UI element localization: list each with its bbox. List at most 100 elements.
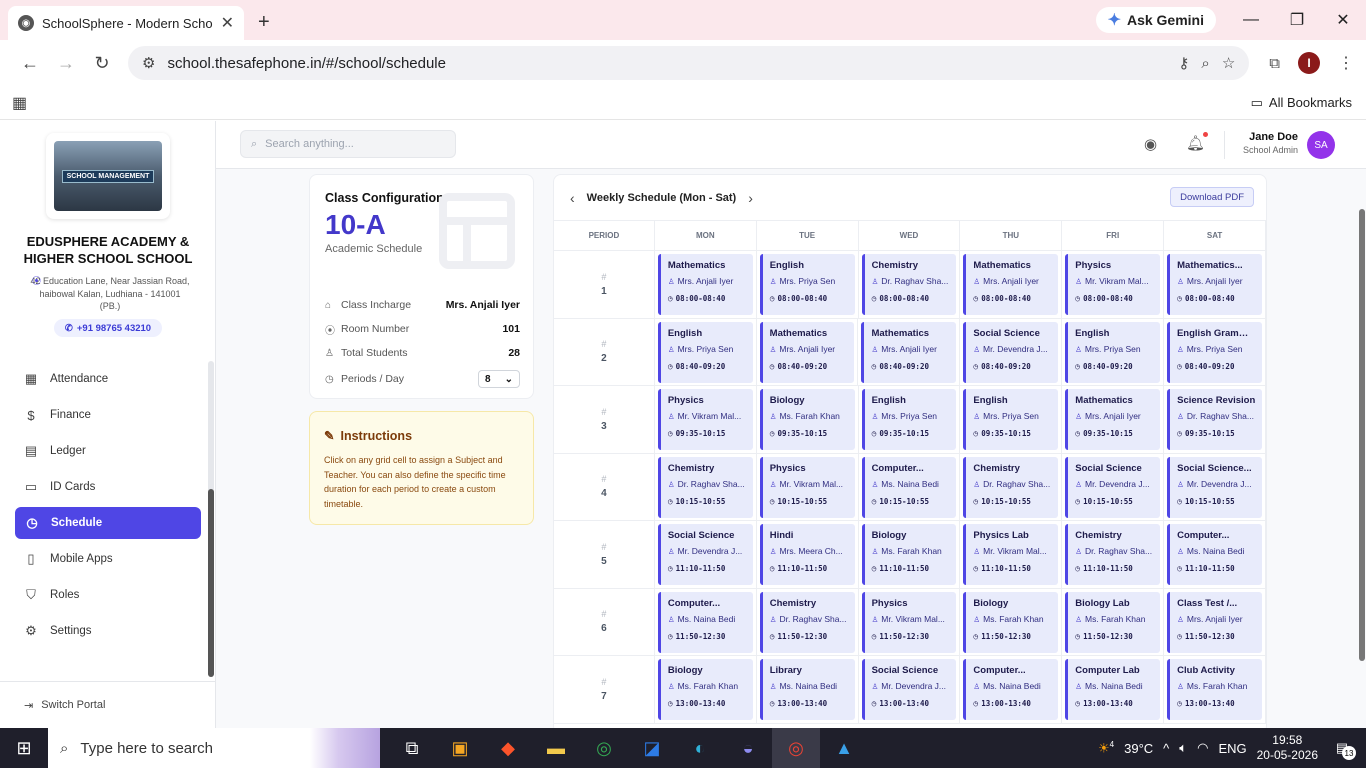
schedule-cell[interactable]: Mathematics ♙ Mrs. Anjali Iyer ◷ 08:00-08:40	[655, 251, 757, 318]
period-entry[interactable]: Chemistry ♙ Dr. Raghav Sha... ◷ 10:15-10:55	[963, 456, 1059, 518]
period-entry[interactable]: Mathematics ♙ Mrs. Anjali Iyer ◷ 09:35-10:15	[1065, 389, 1161, 450]
period-entry[interactable]: Mathematics ♙ Mrs. Anjali Iyer ◷ 08:40-09:20	[861, 321, 957, 383]
schedule-cell[interactable]: Social Science ♙ Mr. Devendra J... ◷ 08:40-0…	[960, 318, 1063, 385]
apps-grid-icon[interactable]: ▦	[12, 93, 27, 113]
taskbar-search[interactable]: ⌕ Type here to search	[48, 728, 380, 768]
switch-portal-button[interactable]: ⇥ Switch Portal	[0, 681, 216, 728]
schedule-cell[interactable]: Chemistry ♙ Dr. Raghav Sha... ◷ 10:15-10:55	[960, 453, 1063, 520]
chrome-profile-icon[interactable]: ◎	[772, 728, 820, 768]
period-entry[interactable]: Social Science ♙ Mr. Devendra J... ◷ 11:10-1…	[657, 524, 753, 585]
period-entry[interactable]: Social Science ♙ Mr. Devendra J... ◷ 08:40-0…	[963, 321, 1059, 383]
period-entry[interactable]: Science Revision ♙ Dr. Raghav Sha... ◷ 09:35…	[1167, 389, 1262, 450]
eye-icon[interactable]: ◉	[1144, 135, 1157, 153]
period-entry[interactable]: English ♙ Mrs. Priya Sen ◷ 08:40-09:20	[657, 321, 753, 383]
period-entry[interactable]: Biology ♙ Ms. Farah Khan ◷ 13:00-13:40	[657, 659, 753, 720]
sidebar-scroll-thumb[interactable]	[208, 489, 214, 677]
schedule-cell[interactable]: Mathematics ♙ Mrs. Anjali Iyer ◷ 08:40-09:20	[757, 318, 859, 385]
taskbar-clock[interactable]: 19:58 20-05-2026	[1257, 733, 1318, 763]
period-entry[interactable]: Physics ♙ Mr. Vikram Mal... ◷ 08:00-08:40	[1065, 254, 1161, 315]
schedule-cell[interactable]: English ♙ Mrs. Priya Sen ◷ 08:40-09:20	[1062, 318, 1164, 385]
period-entry[interactable]: Social Science ♙ Mr. Devendra J... ◷ 13:00-1…	[861, 659, 957, 720]
schedule-cell[interactable]: English ♙ Mrs. Priya Sen ◷ 08:40-09:20	[655, 318, 757, 385]
school-phone-badge[interactable]: ✆ +91 98765 43210	[54, 319, 162, 337]
sidebar-item-roles[interactable]: ⛉ Roles	[0, 577, 216, 613]
schedule-cell[interactable]: Social Science ♙ Mr. Devendra J... ◷ 13:00-1…	[859, 656, 961, 723]
outlook-icon[interactable]: ◪	[628, 728, 676, 768]
schedule-cell[interactable]: Library ♙ Ms. Naina Bedi ◷ 13:00-13:40	[757, 656, 859, 723]
network-icon[interactable]: ◠	[1197, 740, 1208, 756]
period-entry[interactable]: Computer... ♙ Ms. Naina Bedi ◷ 11:50-12:30	[657, 591, 753, 653]
schedule-cell[interactable]: Science Revision ♙ Dr. Raghav Sha... ◷ 09:35…	[1164, 386, 1266, 453]
url-text[interactable]: school.thesafephone.in/#/school/schedule	[167, 55, 1166, 72]
schedule-cell[interactable]: Computer... ♙ Ms. Naina Bedi ◷ 11:50-12:30	[655, 588, 757, 655]
schedule-cell[interactable]: Mathematics ♙ Mrs. Anjali Iyer ◷ 08:40-09:20	[858, 318, 961, 385]
download-pdf-button[interactable]: Download PDF	[1170, 187, 1254, 207]
period-entry[interactable]: English ♙ Mrs. Priya Sen ◷ 09:35-10:15	[963, 389, 1059, 450]
schedule-cell[interactable]: Social Science... ♙ Mr. Devendra J... ◷ 10:1…	[1164, 453, 1266, 520]
schedule-cell[interactable]: English ♙ Mrs. Priya Sen ◷ 09:35-10:15	[960, 386, 1063, 453]
windows-start-icon[interactable]: ⊞	[0, 728, 48, 768]
schedule-cell[interactable]: Computer... ♙ Ms. Naina Bedi ◷ 10:15-10:55	[859, 453, 961, 520]
schedule-cell[interactable]: Social Science ♙ Mr. Devendra J... ◷ 10:15-1…	[1062, 453, 1165, 520]
period-entry[interactable]: Computer... ♙ Ms. Naina Bedi ◷ 11:10-11:50	[1167, 524, 1262, 585]
schedule-cell[interactable]: Club Activity ♙ Ms. Farah Khan ◷ 13:00-13:40	[1164, 656, 1266, 723]
forward-icon[interactable]: →	[48, 53, 84, 74]
edge-icon[interactable]: ◐	[676, 728, 724, 768]
bookmark-star-icon[interactable]: ☆	[1222, 54, 1235, 72]
zoom-icon[interactable]: ⌕	[1201, 55, 1209, 72]
task-view-icon[interactable]: ⧉	[388, 728, 436, 768]
schedule-cell[interactable]: Physics Lab ♙ Mr. Vikram Mal... ◷ 11:10-11:5…	[960, 521, 1063, 588]
schedule-cell[interactable]: Physics ♙ Mr. Vikram Mal... ◷ 08:00-08:40	[1062, 251, 1165, 318]
global-search-input[interactable]: ⌕ Search anything...	[240, 130, 456, 158]
address-bar[interactable]: ⚙ school.thesafephone.in/#/school/schedu…	[128, 46, 1250, 80]
new-tab-icon[interactable]: +	[258, 11, 270, 34]
schedule-cell[interactable]: Computer... ♙ Ms. Naina Bedi ◷ 11:10-11:50	[1164, 521, 1266, 588]
schedule-cell[interactable]: Biology ♙ Ms. Farah Khan ◷ 13:00-13:40	[655, 656, 757, 723]
period-entry[interactable]: Physics ♙ Mr. Vikram Mal... ◷ 09:35-10:15	[657, 389, 753, 450]
period-entry[interactable]: Club Activity ♙ Ms. Farah Khan ◷ 13:00-13:40	[1167, 659, 1262, 720]
schedule-cell[interactable]: Social Science ♙ Mr. Devendra J... ◷ 11:10-1…	[655, 521, 757, 588]
weather-icon[interactable]: ☀︎4	[1098, 740, 1114, 756]
schedule-cell[interactable]: Computer Lab ♙ Ms. Naina Bedi ◷ 13:00-13:40	[1062, 656, 1165, 723]
schedule-cell[interactable]: Physics ♙ Mr. Vikram Mal... ◷ 10:15-10:55	[757, 453, 859, 520]
sidebar-item-finance[interactable]: $ Finance	[0, 397, 216, 433]
user-info[interactable]: Jane Doe School Admin	[1236, 131, 1298, 155]
chrome-icon[interactable]: ◎	[580, 728, 628, 768]
period-entry[interactable]: English ♙ Mrs. Priya Sen ◷ 08:40-09:20	[1065, 321, 1160, 383]
schedule-cell[interactable]: Biology Lab ♙ Ms. Farah Khan ◷ 11:50-12:30	[1062, 588, 1165, 655]
sidebar-item-attendance[interactable]: ▦ Attendance	[0, 361, 216, 397]
reload-icon[interactable]: ↻	[84, 53, 120, 74]
period-entry[interactable]: English ♙ Mrs. Priya Sen ◷ 08:00-08:40	[759, 254, 855, 315]
browser-tab[interactable]: ◉ SchoolSphere - Modern School ✕	[8, 6, 244, 40]
period-entry[interactable]: Hindi ♙ Mrs. Meera Ch... ◷ 11:10-11:50	[759, 524, 855, 585]
schedule-cell[interactable]: Physics ♙ Mr. Vikram Mal... ◷ 09:35-10:15	[655, 386, 757, 453]
back-icon[interactable]: ←	[12, 53, 48, 74]
period-entry[interactable]: Computer... ♙ Ms. Naina Bedi ◷ 13:00-13:40	[963, 659, 1059, 720]
schedule-cell[interactable]: Biology ♙ Ms. Farah Khan ◷ 09:35-10:15	[757, 386, 859, 453]
period-entry[interactable]: Chemistry ♙ Dr. Raghav Sha... ◷ 08:00-08:40	[861, 254, 957, 315]
schedule-cell[interactable]: Chemistry ♙ Dr. Raghav Sha... ◷ 10:15-10:55	[655, 453, 757, 520]
schedule-cell[interactable]: Mathematics ♙ Mrs. Anjali Iyer ◷ 09:35-10:15	[1062, 386, 1165, 453]
period-entry[interactable]: Class Test /... ♙ Mrs. Anjali Iyer ◷ 11:50-1…	[1167, 591, 1262, 653]
period-entry[interactable]: Mathematics ♙ Mrs. Anjali Iyer ◷ 08:00-08:40	[657, 254, 753, 315]
period-entry[interactable]: Chemistry ♙ Dr. Raghav Sha... ◷ 11:10-11:50	[1065, 524, 1161, 585]
period-entry[interactable]: English Grammar ♙ Mrs. Priya Sen ◷ 08:40-09:…	[1166, 321, 1262, 383]
brave-icon[interactable]: ◆	[484, 728, 532, 768]
schedule-cell[interactable]: English ♙ Mrs. Priya Sen ◷ 09:35-10:15	[859, 386, 961, 453]
all-bookmarks-button[interactable]: ▭ All Bookmarks	[1251, 95, 1352, 111]
period-entry[interactable]: Computer Lab ♙ Ms. Naina Bedi ◷ 13:00-13:40	[1065, 659, 1161, 720]
schedule-cell[interactable]: Biology ♙ Ms. Farah Khan ◷ 11:50-12:30	[960, 588, 1063, 655]
period-entry[interactable]: Chemistry ♙ Dr. Raghav Sha... ◷ 10:15-10:55	[657, 456, 753, 518]
sidebar-item-mobile-apps[interactable]: ▯ Mobile Apps	[0, 541, 216, 577]
password-key-icon[interactable]: ⚷	[1178, 54, 1189, 72]
show-hidden-icons-icon[interactable]: ^	[1163, 741, 1169, 756]
period-entry[interactable]: Biology ♙ Ms. Farah Khan ◷ 11:50-12:30	[963, 591, 1059, 653]
profile-avatar[interactable]: I	[1298, 52, 1320, 74]
period-entry[interactable]: Biology ♙ Ms. Farah Khan ◷ 11:10-11:50	[861, 524, 957, 585]
photos-icon[interactable]: ▲	[820, 728, 868, 768]
file-explorer-icon[interactable]: ▬	[532, 728, 580, 768]
schedule-cell[interactable]: English ♙ Mrs. Priya Sen ◷ 08:00-08:40	[757, 251, 859, 318]
period-entry[interactable]: Chemistry ♙ Dr. Raghav Sha... ◷ 11:50-12:30	[759, 591, 855, 653]
notification-bell-icon[interactable]: 🔔︎	[1186, 132, 1209, 152]
schedule-cell[interactable]: Computer... ♙ Ms. Naina Bedi ◷ 13:00-13:40	[960, 656, 1063, 723]
